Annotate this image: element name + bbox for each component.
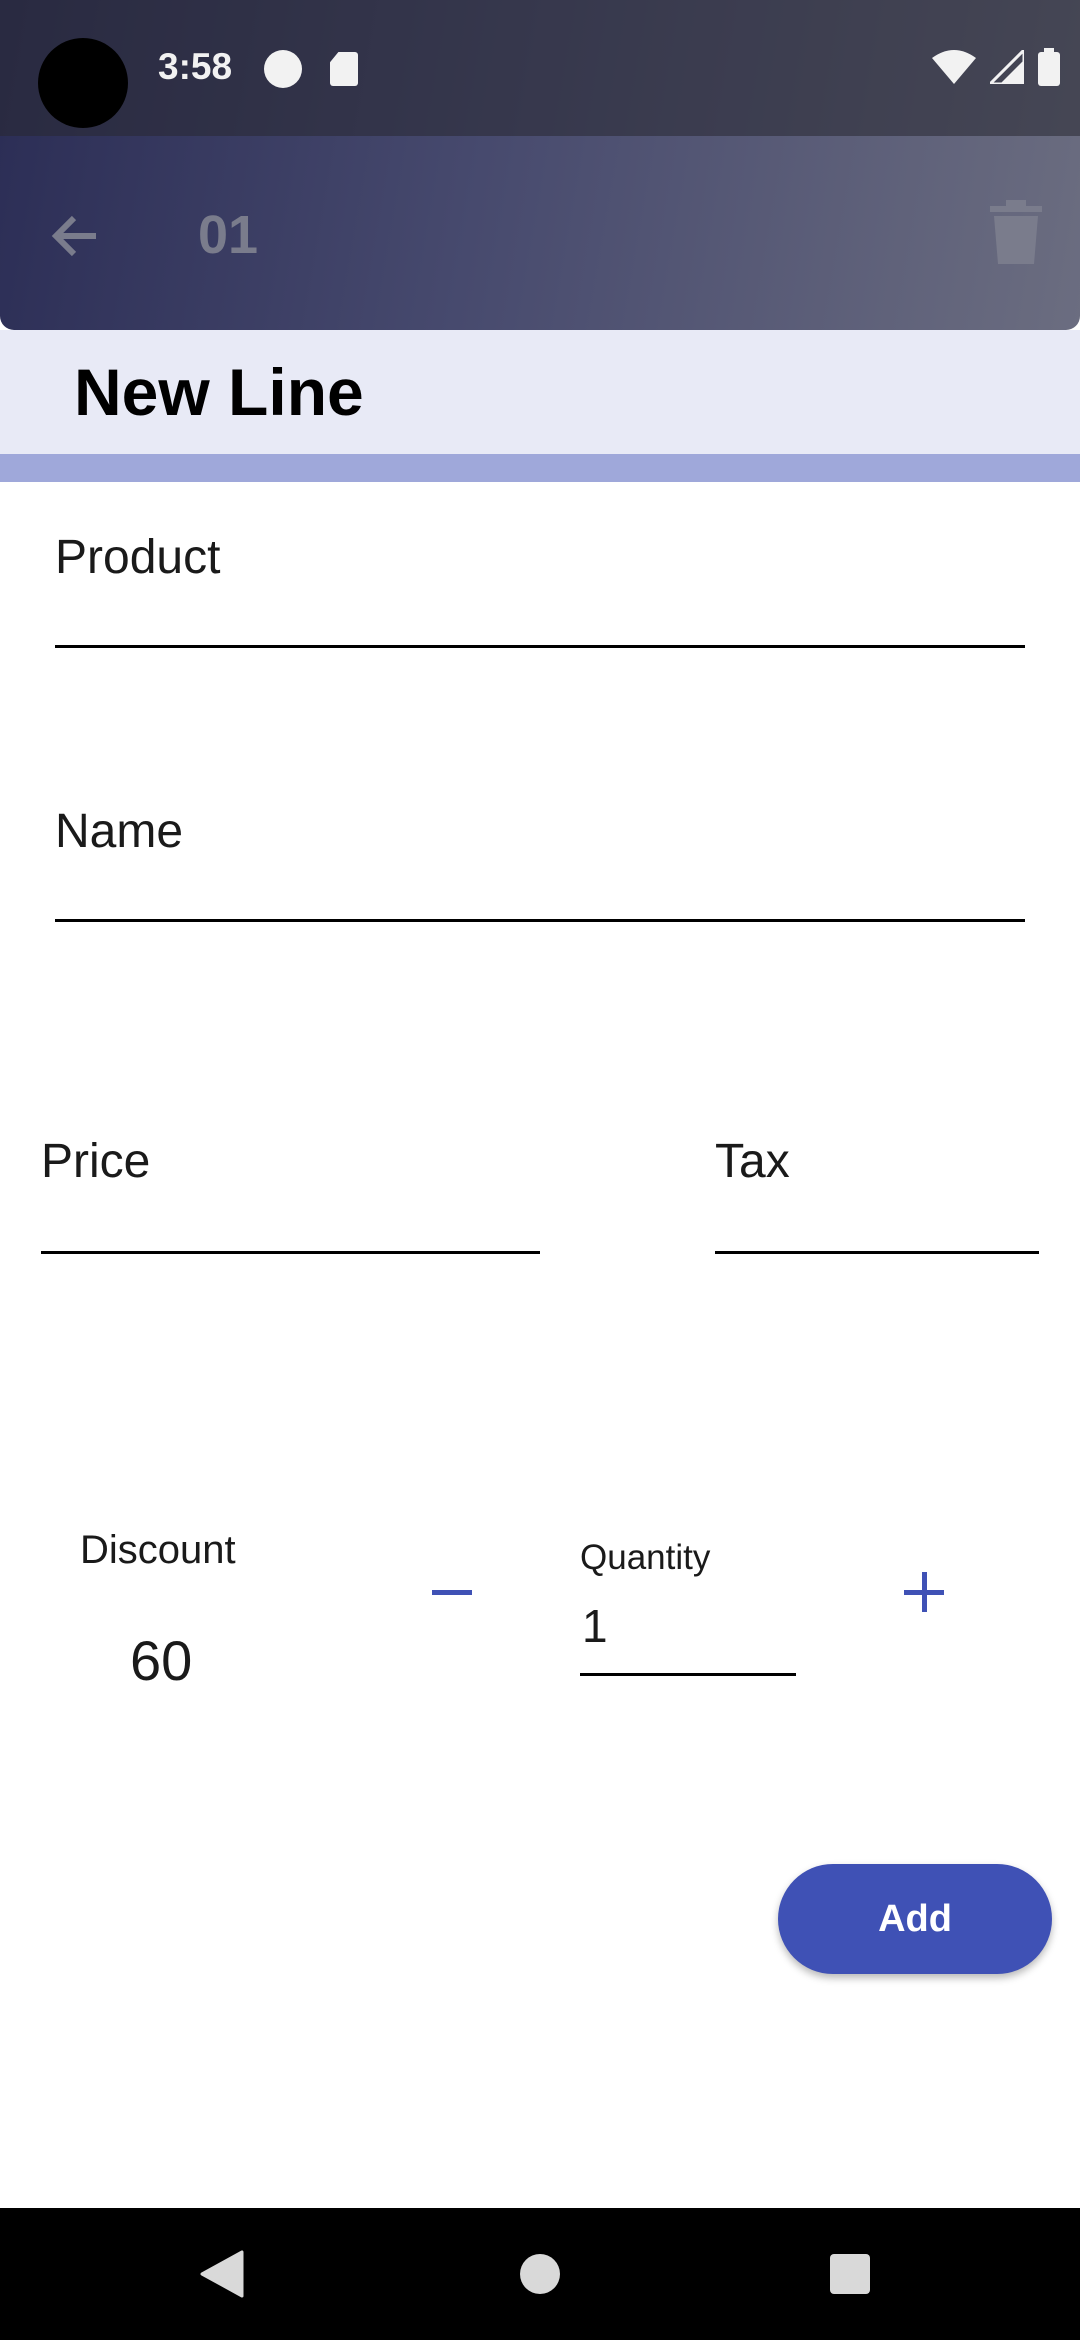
wifi-icon <box>932 50 976 84</box>
sheet-divider <box>0 454 1080 482</box>
discount-value: 60 <box>130 1629 193 1692</box>
sheet-header: New Line <box>0 330 1080 454</box>
arrow-back-icon <box>51 215 96 257</box>
nav-back-icon[interactable] <box>200 2250 244 2298</box>
app-notification-icon <box>264 50 302 88</box>
product-field[interactable]: Product <box>55 530 1025 648</box>
status-time: 3:58 <box>158 46 233 87</box>
tax-field[interactable]: Tax <box>715 1134 1039 1254</box>
product-field-label: Product <box>55 531 221 584</box>
camera-cutout <box>38 38 128 128</box>
navigation-bar <box>0 2208 1080 2340</box>
trash-icon <box>990 200 1042 264</box>
increase-quantity-button[interactable] <box>892 1560 956 1624</box>
background-title: 01 <box>198 205 259 265</box>
sheet-title: New Line <box>74 355 364 429</box>
battery-icon <box>1038 48 1060 86</box>
price-field-underline <box>41 1251 540 1254</box>
background-toolbar: 01 <box>0 136 1080 330</box>
decrease-quantity-button[interactable] <box>420 1560 484 1624</box>
price-field[interactable]: Price <box>41 1134 540 1254</box>
sd-card-icon <box>330 52 358 86</box>
nav-recents-icon[interactable] <box>830 2254 870 2294</box>
name-field-underline <box>55 919 1025 922</box>
nav-home-icon[interactable] <box>520 2254 560 2294</box>
signal-icon <box>990 50 1024 84</box>
quantity-input[interactable] <box>580 1592 796 1676</box>
quantity-label: Quantity <box>580 1538 711 1577</box>
status-right-icons <box>932 48 1060 86</box>
tax-field-underline <box>715 1251 1039 1254</box>
name-field[interactable]: Name <box>55 804 1025 922</box>
status-bar: 3:58 <box>0 0 1080 136</box>
product-field-underline <box>55 645 1025 648</box>
add-button[interactable]: Add <box>778 1864 1052 1974</box>
app-root: 3:58 01 New Line Product Name Price Tax … <box>0 0 1080 2340</box>
name-field-label: Name <box>55 805 184 858</box>
tax-field-label: Tax <box>715 1135 790 1188</box>
background-screen: 3:58 01 <box>0 0 1080 330</box>
price-field-label: Price <box>41 1135 151 1188</box>
discount-label: Discount <box>80 1528 236 1572</box>
